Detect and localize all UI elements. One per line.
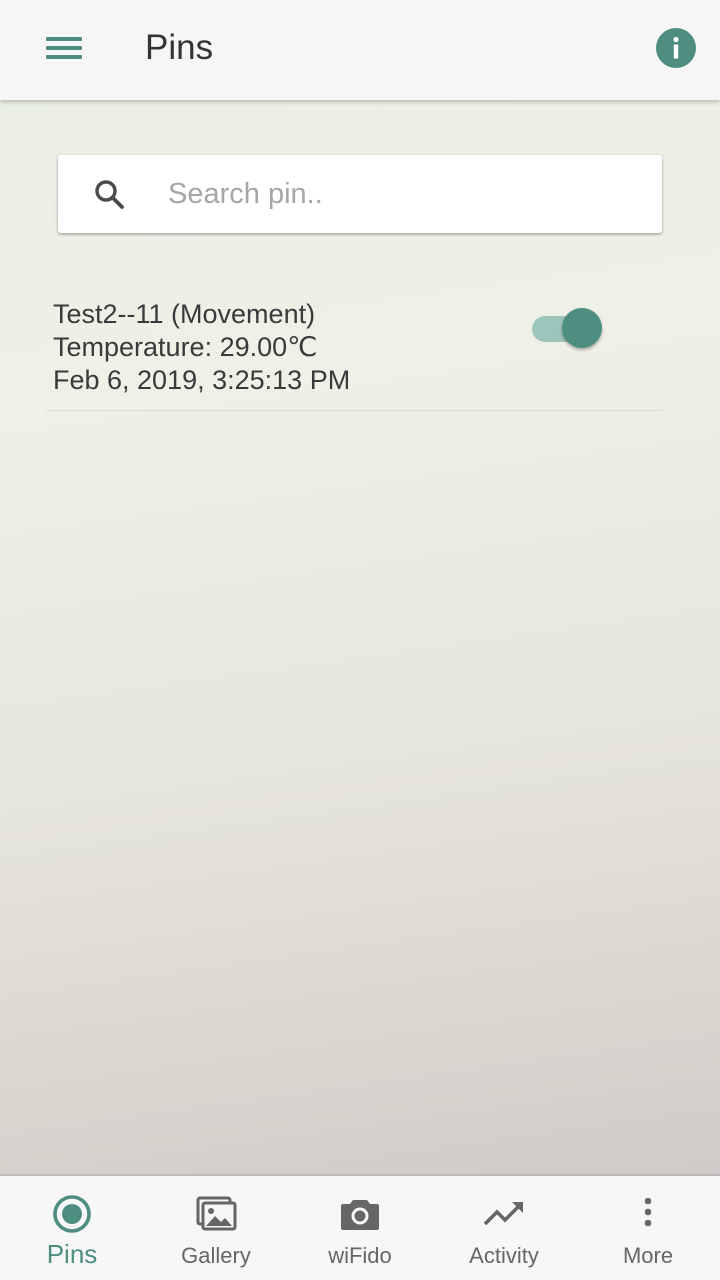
app-bar: Pins	[0, 0, 720, 100]
menu-icon-bar	[46, 46, 82, 50]
search-icon	[95, 180, 124, 209]
camera-icon	[341, 1200, 379, 1230]
bottom-navigation: Pins Gallery wiFido Activity More	[0, 1176, 720, 1280]
menu-icon-bar	[46, 55, 82, 59]
pin-reading: Temperature: 29.00℃	[53, 332, 318, 362]
pin-name: Test2--11 (Movement)	[53, 299, 316, 329]
nav-item-gallery[interactable]: Gallery	[144, 1176, 288, 1280]
nav-label: More	[622, 1243, 674, 1268]
nav-item-activity[interactable]: Activity	[432, 1176, 576, 1280]
pin-details: Test2--11 (Movement) Temperature: 29.00℃…	[53, 298, 350, 397]
info-icon	[673, 36, 679, 59]
menu-button[interactable]	[36, 24, 92, 72]
info-button[interactable]	[656, 28, 696, 68]
pin-list-item[interactable]: Test2--11 (Movement) Temperature: 29.00℃…	[46, 298, 662, 411]
nav-item-wifido[interactable]: wiFido	[288, 1176, 432, 1280]
radio-button-icon	[53, 1195, 91, 1233]
search-input[interactable]	[168, 169, 638, 219]
nav-item-more[interactable]: More	[576, 1176, 720, 1280]
trending-up-icon	[483, 1202, 523, 1226]
pin-enabled-toggle[interactable]	[530, 308, 606, 348]
toggle-thumb	[562, 308, 602, 348]
menu-icon-bar	[46, 37, 82, 41]
search-bar	[58, 155, 662, 233]
gallery-icon	[196, 1196, 237, 1231]
nav-label: Pins	[46, 1239, 98, 1269]
nav-item-pins[interactable]: Pins	[0, 1176, 144, 1280]
nav-label: Gallery	[181, 1243, 251, 1268]
more-vertical-icon	[644, 1197, 652, 1227]
nav-label: Activity	[469, 1243, 539, 1268]
nav-label: wiFido	[328, 1243, 392, 1268]
page-title: Pins	[145, 28, 214, 67]
pin-timestamp: Feb 6, 2019, 3:25:13 PM	[53, 365, 351, 395]
